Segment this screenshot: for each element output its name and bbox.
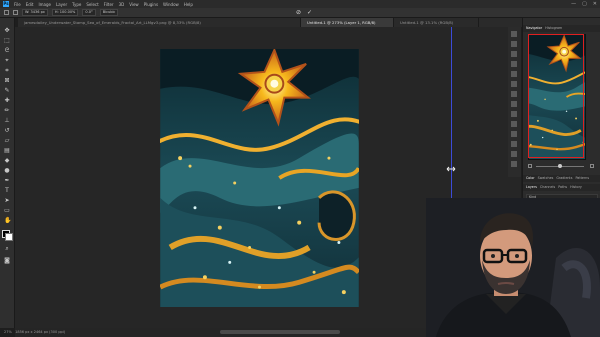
marquee-tool-icon[interactable]: ⬚ [4, 38, 10, 44]
menu-layer[interactable]: Layer [56, 2, 67, 7]
menu-view[interactable]: View [129, 2, 139, 7]
menu-window[interactable]: Window [163, 2, 179, 7]
tab-navigator[interactable]: Navigator [526, 25, 542, 32]
window-controls: — ▢ ✕ [571, 1, 597, 7]
menu-image[interactable]: Image [38, 2, 51, 7]
libraries-panel-icon[interactable] [511, 101, 517, 107]
document-tabs: jamesdailey_Underwater_Stamp_Sea_of_Emer… [18, 18, 522, 27]
menu-bar: Ps File Edit Image Layer Type Select Fil… [0, 0, 600, 8]
history-brush-tool-icon[interactable]: ↺ [4, 128, 10, 134]
color-panel-tabs: Color Swatches Gradients Patterns [523, 175, 600, 182]
clone-stamp-tool-icon[interactable]: ⊥ [4, 118, 10, 124]
document-canvas[interactable] [160, 49, 359, 307]
styles-panel-icon[interactable] [511, 131, 517, 137]
layers-panel-tabs: Layers Channels Paths History [523, 184, 600, 191]
timeline-panel-icon[interactable] [511, 161, 517, 167]
hand-tool-icon[interactable]: ✋ [4, 218, 11, 224]
paths-panel-icon[interactable] [511, 151, 517, 157]
tab-document-1[interactable]: jamesdailey_Underwater_Stamp_Sea_of_Emer… [18, 18, 301, 27]
move-tool-icon[interactable] [4, 10, 9, 15]
shape-tool-icon[interactable]: ▭ [4, 208, 10, 214]
blur-tool-icon[interactable]: ◆ [4, 158, 10, 164]
properties-panel-icon[interactable] [511, 41, 517, 47]
quick-mask-icon[interactable]: ◙ [4, 258, 10, 264]
eraser-tool-icon[interactable]: ▱ [4, 138, 10, 144]
tab-history[interactable]: History [570, 184, 582, 191]
scrollbar-thumb[interactable] [220, 330, 340, 334]
tab-paths[interactable]: Paths [558, 184, 567, 191]
dodge-tool-icon[interactable]: ● [4, 168, 10, 174]
lasso-tool-icon[interactable]: ᘓ [4, 48, 10, 54]
close-button[interactable]: ✕ [593, 1, 597, 7]
frame-tool-icon[interactable]: ⊠ [4, 78, 10, 84]
fractal-artwork-image [160, 49, 359, 307]
panel-icon-strip [508, 27, 521, 177]
eyedropper-tool-icon[interactable]: ✎ [4, 88, 10, 94]
paragraph-panel-icon[interactable] [511, 81, 517, 87]
pen-tool-icon[interactable]: ✒ [4, 178, 10, 184]
background-color-swatch[interactable] [5, 233, 13, 241]
menu-help[interactable]: Help [184, 2, 193, 7]
tools-panel: ✥ ⬚ ᘓ ⌖ ⌗ ⊠ ✎ ✚ ✏ ⊥ ↺ ▱ ▤ ◆ ● ✒ T ➤ ▭ ✋ … [0, 18, 15, 328]
zoom-in-icon[interactable] [590, 164, 594, 168]
path-select-tool-icon[interactable]: ➤ [4, 198, 10, 204]
tab-patterns[interactable]: Patterns [575, 175, 589, 182]
menu-type[interactable]: Type [72, 2, 81, 7]
navigator-panel-tabs: Navigator Histogram [523, 25, 600, 32]
width-field[interactable]: W: 3436 px [22, 9, 48, 16]
zoom-level[interactable]: 27% [4, 330, 12, 334]
presenter-video [426, 198, 600, 337]
menu-3d[interactable]: 3D [119, 2, 125, 7]
info-panel-icon[interactable] [511, 121, 517, 127]
history-panel-icon[interactable] [511, 31, 517, 37]
tab-swatches[interactable]: Swatches [538, 175, 554, 182]
document-info: 1856 px x 2464 px (300 ppi) [15, 330, 66, 334]
brush-panel-icon[interactable] [511, 61, 517, 67]
navigator-view-frame[interactable] [528, 34, 584, 158]
commit-transform-icon[interactable]: ✓ [307, 9, 312, 16]
crop-tool-icon[interactable]: ⌗ [4, 68, 10, 74]
options-bar: W: 3436 px H: 100.00% 0.0° Bicubic ⊘ ✓ [0, 8, 600, 18]
channels-panel-icon[interactable] [511, 141, 517, 147]
tab-histogram[interactable]: Histogram [545, 25, 562, 32]
gradient-tool-icon[interactable]: ▤ [4, 148, 10, 154]
maximize-button[interactable]: ▢ [582, 1, 587, 7]
menu-filter[interactable]: Filter [104, 2, 114, 7]
tab-gradients[interactable]: Gradients [556, 175, 572, 182]
navigator-zoom-slider[interactable] [528, 164, 596, 169]
tab-layers[interactable]: Layers [526, 184, 537, 191]
zoom-out-icon[interactable] [528, 164, 532, 168]
tab-document-2[interactable]: Untitled-1 @ 273% (Layer 1, RGB/8) [301, 18, 394, 27]
menu-file[interactable]: File [14, 2, 21, 7]
menu-select[interactable]: Select [86, 2, 98, 7]
reference-point-icon[interactable] [13, 10, 18, 15]
adjustments-panel-icon[interactable] [511, 51, 517, 57]
status-bar: 27% 1856 px x 2464 px (300 ppi) [0, 328, 124, 337]
cancel-transform-icon[interactable]: ⊘ [296, 9, 301, 16]
rotate-field[interactable]: 0.0° [82, 9, 96, 16]
tab-document-3[interactable]: Untitled-1 @ 13.1% (RGB/8) [394, 18, 479, 27]
move-tool-icon[interactable]: ✥ [4, 28, 10, 34]
brush-tool-icon[interactable]: ✏ [4, 108, 10, 114]
tab-channels[interactable]: Channels [540, 184, 555, 191]
glyphs-panel-icon[interactable] [511, 91, 517, 97]
healing-brush-tool-icon[interactable]: ✚ [4, 98, 10, 104]
zoom-knob[interactable] [558, 164, 562, 168]
menu-edit[interactable]: Edit [26, 2, 34, 7]
menu-plugins[interactable]: Plugins [144, 2, 158, 7]
type-tool-icon[interactable]: T [4, 188, 10, 194]
move-cursor-icon [446, 158, 456, 172]
height-field[interactable]: H: 100.00% [51, 9, 79, 16]
character-panel-icon[interactable] [511, 71, 517, 77]
minimize-button[interactable]: — [571, 1, 576, 7]
tab-color[interactable]: Color [526, 175, 535, 182]
photoshop-logo-icon[interactable]: Ps [3, 1, 9, 7]
interpolation-select[interactable]: Bicubic [99, 9, 119, 16]
object-select-tool-icon[interactable]: ⌖ [4, 58, 10, 64]
actions-panel-icon[interactable] [511, 111, 517, 117]
commit-controls: ⊘ ✓ [296, 9, 312, 16]
zoom-tool-icon[interactable]: ⌕ [4, 246, 10, 252]
presenter-webcam-overlay [426, 198, 600, 337]
